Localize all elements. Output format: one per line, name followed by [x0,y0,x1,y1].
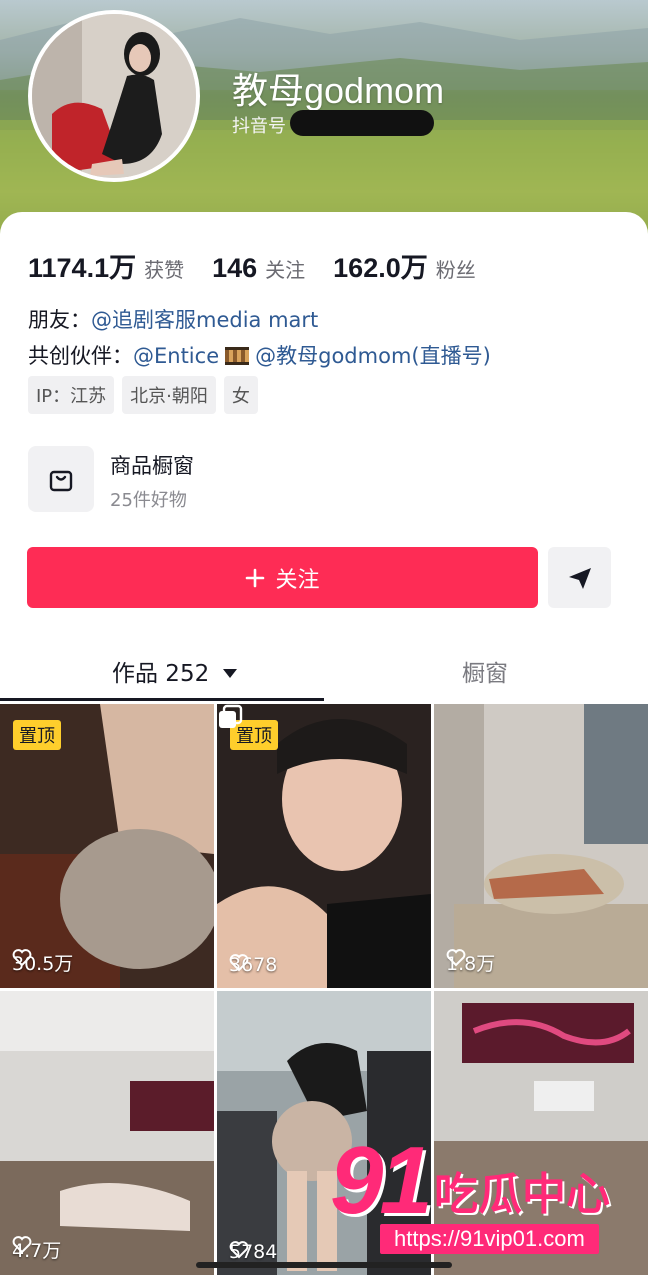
tag-ip: IP：江苏 [28,376,115,414]
like-count: 5784 [229,1241,277,1263]
video-3-image [434,704,648,988]
tag-gender: 女 [223,376,258,414]
cocreate-link-live[interactable]: @教母godmom(直播号) [255,344,491,368]
friends-link[interactable]: @追剧客服media mart [91,308,318,332]
tab-works[interactable]: 作品 252 [112,654,237,688]
video-4-image [0,991,214,1275]
pinned-badge: 置顶 [13,720,61,750]
cocreate-line: 共创伙伴：@Entice @教母godmom(直播号) [28,340,491,370]
watermark-number: 91 [330,1127,433,1234]
following-count[interactable]: 146 [212,253,257,284]
tab-works-label: 作品 252 [112,661,210,687]
avatar-image [32,14,196,178]
home-indicator[interactable] [196,1262,452,1268]
watermark-url: https://91vip01.com [380,1224,599,1254]
like-count: 3678 [229,954,277,976]
heart-icon [229,1241,249,1259]
likes-label: 获赞 [144,258,185,282]
heart-icon [12,1236,32,1254]
share-button[interactable] [548,547,611,608]
followers-label[interactable]: 粉丝 [436,254,476,283]
shopping-bag-icon [49,470,73,492]
film-icon [225,347,250,365]
video-thumbnail[interactable]: 4.7万 [0,991,214,1275]
douyin-id-label: 抖音号 [232,116,286,137]
followers-count[interactable]: 162.0万 [333,246,428,285]
friends-line: 朋友：@追剧客服media mart [28,304,318,334]
active-tab-indicator [0,698,324,701]
shop-subtitle: 25件好物 [110,490,187,511]
tag-location: 北京·朝阳 [122,376,216,414]
profile-header: 教母godmom 抖音号 [0,0,648,240]
follow-label: 关注 [275,567,320,593]
cocreate-link-entice[interactable]: @Entice [133,344,219,368]
stats-row: 1174.1万 获赞 146 关注 162.0万 粉丝 [28,246,504,285]
shop-title[interactable]: 商品橱窗 [110,450,194,480]
watermark: 91 吃瓜中心 https://91vip01.com [330,1127,630,1260]
profile-card: 1174.1万 获赞 146 关注 162.0万 粉丝 朋友：@追剧客服medi… [0,212,648,1280]
video-thumbnail[interactable]: 置顶 30.5万 [0,704,214,988]
multi-image-icon [219,704,243,728]
heart-icon [229,954,249,972]
avatar[interactable] [28,10,200,182]
dropdown-caret-icon [222,669,237,678]
heart-icon [12,949,32,967]
like-count: 1.8万 [446,949,495,976]
username: 教母godmom [232,70,445,111]
like-count: 4.7万 [12,1236,61,1263]
cocreate-label: 共创伙伴： [28,344,133,368]
video-thumbnail[interactable]: 置顶 3678 [217,704,431,988]
like-count: 30.5万 [12,949,73,976]
watermark-text: 吃瓜中心 [434,1169,610,1220]
redacted-id-mark [290,110,434,136]
follow-button[interactable]: 关注 [27,547,538,608]
tab-showcase[interactable]: 橱窗 [462,654,508,688]
send-icon [568,567,591,589]
following-label[interactable]: 关注 [265,254,305,283]
heart-icon [446,949,466,967]
plus-icon [246,568,265,587]
shop-window-entry[interactable] [28,446,94,512]
video-thumbnail[interactable]: 1.8万 [434,704,648,988]
tag-row: IP：江苏 北京·朝阳 女 [28,376,258,414]
likes-count: 1174.1万 [28,253,137,283]
friends-label: 朋友： [28,308,91,332]
